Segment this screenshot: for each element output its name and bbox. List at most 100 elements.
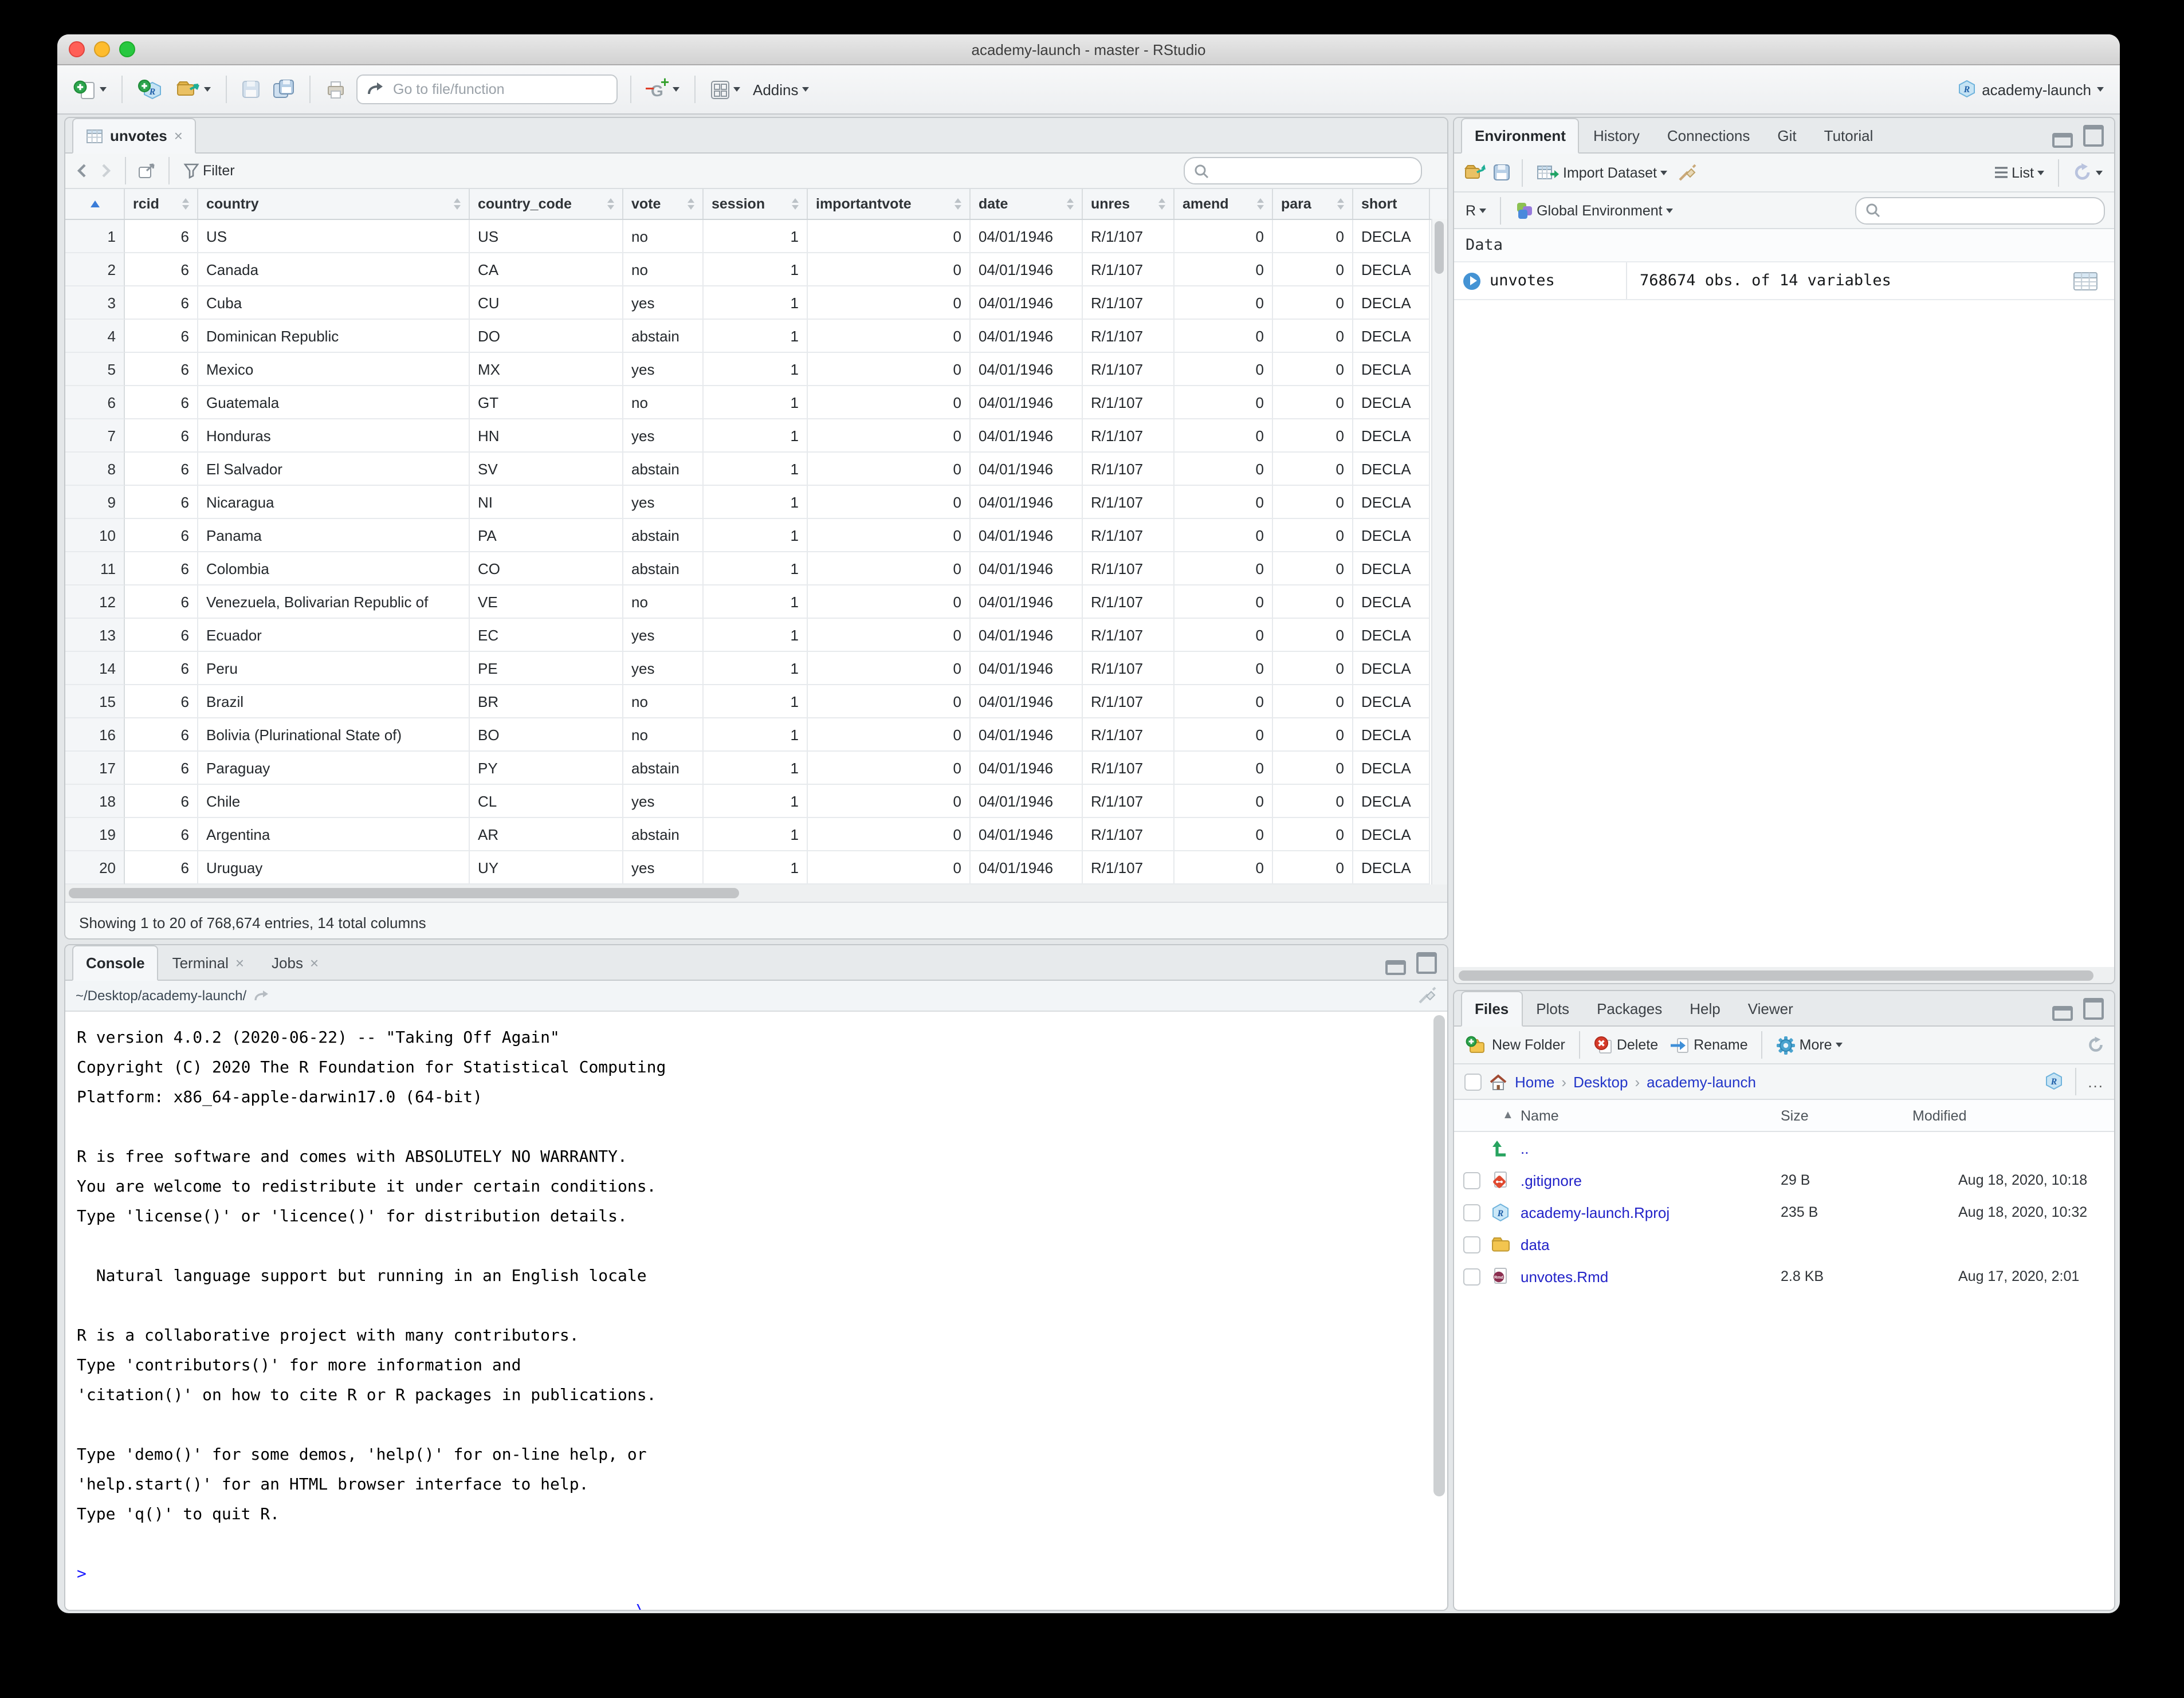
filter-button[interactable]: Filter [181,154,237,188]
file-name[interactable]: data [1521,1236,1550,1253]
sort-icons[interactable] [178,198,189,210]
version-control-button[interactable]: G + − [644,72,682,107]
tab-environment[interactable]: Environment [1461,118,1580,154]
project-selector[interactable]: R academy-launch [1954,72,2106,107]
close-window-button[interactable] [69,41,85,57]
file-name[interactable]: .. [1521,1139,1529,1157]
open-new-window-icon[interactable] [138,162,157,179]
scrollbar-thumb[interactable] [1459,970,2093,981]
file-row[interactable]: .gitignore29 BAug 18, 2020, 10:18 [1454,1164,2114,1196]
breadcrumb-home[interactable]: Home [1515,1073,1554,1090]
modified-header[interactable]: Modified [1912,1107,1967,1123]
zoom-window-button[interactable] [119,41,135,57]
back-icon[interactable] [74,163,91,179]
sort-icons[interactable] [950,198,961,210]
horizontal-scrollbar[interactable] [1454,967,2114,983]
goto-file-input[interactable] [391,80,607,99]
tab-connections[interactable]: Connections [1653,118,1764,152]
tab-unvotes[interactable]: unvotes × [72,118,197,154]
file-name[interactable]: unvotes.Rmd [1521,1268,1608,1285]
sort-icons[interactable] [1154,198,1165,210]
column-header-country_code[interactable]: country_code [470,189,623,219]
maximize-pane-icon[interactable] [2083,997,2104,1019]
r-session-button[interactable]: R [1463,193,1488,227]
more-columns-button[interactable]: ... [2088,1073,2104,1090]
clear-environment-icon[interactable] [1676,163,1697,182]
file-name[interactable]: academy-launch.Rproj [1521,1204,1670,1221]
list-view-button[interactable]: List [1991,155,2046,190]
tab-tutorial[interactable]: Tutorial [1810,118,1887,152]
new-folder-button[interactable]: New Folder [1463,1028,1568,1062]
more-button[interactable]: More [1774,1028,1845,1062]
clear-console-icon[interactable] [1416,986,1437,1005]
addins-button[interactable]: Addins [751,72,811,107]
refresh-environment-button[interactable] [2071,155,2105,190]
sort-icons[interactable] [449,198,461,210]
tab-viewer[interactable]: Viewer [1734,991,1807,1025]
file-checkbox[interactable] [1463,1268,1480,1285]
column-header-importantvote[interactable]: importantvote [808,189,971,219]
import-dataset-button[interactable]: Import Dataset [1534,155,1670,190]
goto-directory-icon[interactable] [253,989,269,1003]
environment-search-input[interactable] [1886,201,2095,219]
breadcrumb-project[interactable]: academy-launch [1647,1073,1756,1090]
forward-icon[interactable] [97,163,113,179]
rename-button[interactable]: Rename [1667,1028,1750,1062]
tab-history[interactable]: History [1580,118,1653,152]
new-project-button[interactable]: R [135,72,165,107]
scrollbar-thumb[interactable] [69,888,739,898]
tab-console[interactable]: Console [72,945,159,981]
close-icon[interactable]: × [310,955,319,970]
view-table-icon[interactable] [2073,270,2098,292]
column-header-para[interactable]: para [1273,189,1353,219]
minimize-pane-icon[interactable] [1385,960,1406,975]
sort-icons[interactable] [683,198,694,210]
vertical-scrollbar[interactable] [1431,219,1447,885]
tab-terminal[interactable]: Terminal× [159,945,258,980]
column-header-unres[interactable]: unres [1083,189,1175,219]
tab-help[interactable]: Help [1676,991,1734,1025]
delete-button[interactable]: Delete [1592,1028,1660,1062]
sort-icons[interactable] [603,198,614,210]
name-header[interactable]: Name [1521,1107,1559,1123]
minimize-pane-icon[interactable] [2052,1006,2073,1021]
console-output[interactable]: R version 4.0.2 (2020-06-22) -- "Taking … [65,1012,1447,1610]
select-all-checkbox[interactable] [1464,1073,1482,1090]
sort-icons[interactable] [1333,198,1344,210]
pane-layout-button[interactable] [708,72,743,107]
open-file-button[interactable] [173,72,213,107]
expand-object-icon[interactable] [1463,272,1480,289]
file-checkbox[interactable] [1463,1204,1480,1221]
column-header-date[interactable]: date [971,189,1083,219]
tab-packages[interactable]: Packages [1583,991,1676,1025]
minimize-pane-icon[interactable] [2052,133,2073,148]
column-header-short[interactable]: short [1353,189,1430,219]
minimize-window-button[interactable] [94,41,110,57]
sort-icons[interactable] [1252,198,1264,210]
scrollbar-thumb[interactable] [1435,221,1444,274]
save-button[interactable] [239,72,262,107]
tab-plots[interactable]: Plots [1522,991,1583,1025]
maximize-pane-icon[interactable] [2083,124,2104,146]
tab-files[interactable]: Files [1461,991,1522,1027]
tab-jobs[interactable]: Jobs× [258,945,332,980]
file-checkbox[interactable] [1463,1172,1480,1189]
load-workspace-icon[interactable] [1463,163,1486,182]
r-project-icon[interactable]: R [2044,1071,2064,1092]
sort-icons[interactable] [1062,198,1074,210]
rownum-header[interactable] [65,189,125,219]
file-row[interactable]: Rmdunvotes.Rmd2.8 KBAug 17, 2020, 2:01 [1454,1260,2114,1292]
save-all-button[interactable] [270,72,297,107]
sort-ascending-icon[interactable]: ▲ [1502,1109,1514,1122]
environment-object-row[interactable]: unvotes 768674 obs. of 14 variables [1454,262,2114,300]
horizontal-scrollbar[interactable] [65,885,1447,903]
scrollbar-thumb[interactable] [1433,1015,1445,1496]
save-workspace-icon[interactable] [1493,164,1510,181]
size-header[interactable]: Size [1781,1107,1809,1123]
tab-git[interactable]: Git [1763,118,1810,152]
column-header-rcid[interactable]: rcid [125,189,198,219]
file-name[interactable]: .gitignore [1521,1172,1582,1189]
refresh-icon[interactable] [2087,1036,2105,1054]
column-header-session[interactable]: session [704,189,808,219]
file-row[interactable]: Racademy-launch.Rproj235 BAug 18, 2020, … [1454,1196,2114,1228]
